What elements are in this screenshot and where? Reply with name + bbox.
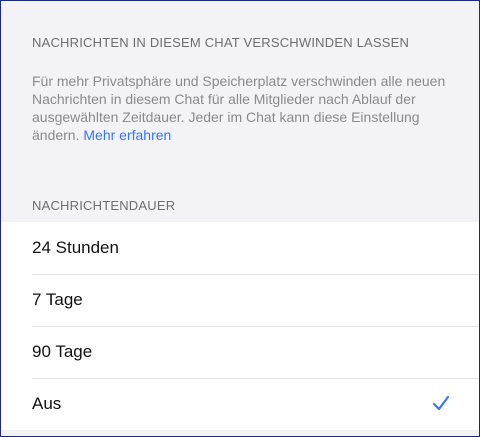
duration-option-label: 90 Tage (32, 342, 93, 361)
learn-more-link[interactable]: Mehr erfahren (83, 127, 171, 143)
duration-options-list: 24 Stunden 7 Tage 90 Tage Aus (1, 222, 479, 430)
duration-option-24-hours[interactable]: 24 Stunden (1, 222, 479, 274)
checkmark-icon (432, 395, 450, 411)
duration-option-label: 24 Stunden (32, 238, 119, 257)
duration-option-off[interactable]: Aus (1, 378, 479, 430)
section-description: Für mehr Privatsphäre und Speicherplatz … (32, 72, 457, 144)
duration-option-7-days[interactable]: 7 Tage (1, 274, 479, 326)
duration-option-label: Aus (32, 394, 62, 413)
section-title: NACHRICHTEN IN DIESEM CHAT VERSCHWINDEN … (32, 35, 410, 50)
duration-header: NACHRICHTENDAUER (32, 198, 176, 213)
settings-screen: NACHRICHTEN IN DIESEM CHAT VERSCHWINDEN … (0, 0, 480, 437)
duration-option-label: 7 Tage (32, 290, 83, 309)
duration-option-90-days[interactable]: 90 Tage (1, 326, 479, 378)
